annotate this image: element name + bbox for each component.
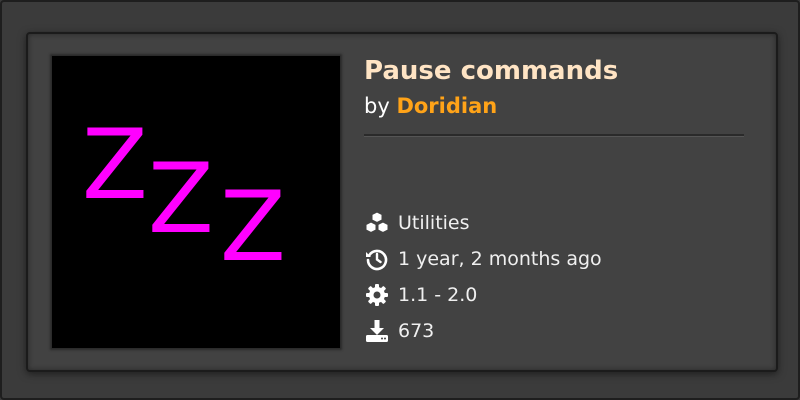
updated-label: 1 year, 2 months ago: [398, 248, 602, 270]
mod-thumbnail[interactable]: Z Z Z: [52, 56, 340, 348]
gear-icon: [364, 282, 390, 308]
thumbnail-image: Z Z Z: [82, 109, 286, 283]
divider: [364, 134, 744, 137]
mod-title[interactable]: Pause commands: [364, 56, 618, 86]
downloads-label: 673: [398, 320, 435, 342]
downloads-row: 673: [364, 318, 434, 344]
byline: by Doridian: [364, 94, 497, 118]
by-prefix: by: [364, 94, 390, 118]
version-row: 1.1 - 2.0: [364, 282, 477, 308]
thumbnail-letter-1: Z: [82, 109, 148, 221]
outer-frame: Z Z Z Pause commands by Doridian Utiliti…: [0, 0, 800, 400]
cubes-icon: [364, 210, 390, 236]
download-icon: [364, 318, 390, 344]
category-row: Utilities: [364, 210, 470, 236]
thumbnail-letter-2: Z: [148, 143, 214, 255]
author-link[interactable]: Doridian: [396, 94, 497, 118]
version-label: 1.1 - 2.0: [398, 284, 478, 306]
updated-row: 1 year, 2 months ago: [364, 246, 602, 272]
category-label: Utilities: [398, 212, 470, 234]
mod-card[interactable]: Z Z Z Pause commands by Doridian Utiliti…: [26, 32, 778, 372]
history-icon: [364, 246, 390, 272]
thumbnail-letter-3: Z: [220, 171, 286, 283]
